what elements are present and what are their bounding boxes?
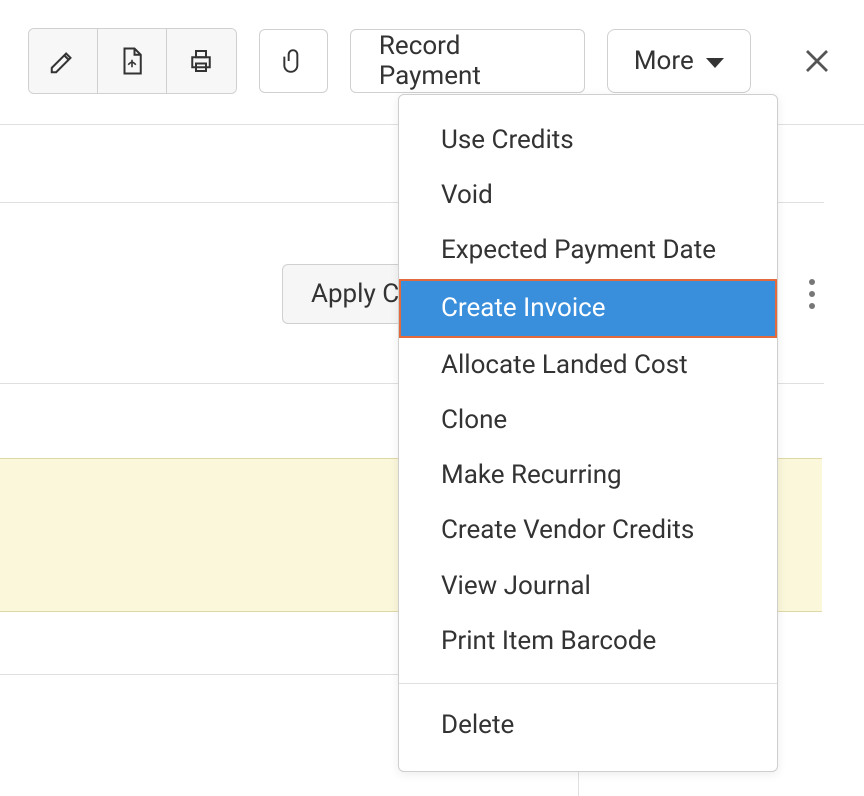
pdf-icon [117,46,147,76]
menu-item-void[interactable]: Void [399,168,777,223]
more-button[interactable]: More [607,29,751,93]
dot-icon [809,291,815,297]
record-payment-button[interactable]: Record Payment [350,29,585,93]
pdf-button[interactable] [98,29,167,93]
menu-item-delete[interactable]: Delete [399,698,777,753]
menu-item-create-vendor-credits[interactable]: Create Vendor Credits [399,503,777,558]
menu-separator [399,683,777,684]
print-button[interactable] [167,29,236,93]
menu-item-expected-payment-date[interactable]: Expected Payment Date [399,223,777,278]
menu-item-print-item-barcode[interactable]: Print Item Barcode [399,614,777,669]
record-payment-label: Record Payment [379,31,556,91]
kebab-menu-button[interactable] [794,270,830,318]
more-label: More [634,46,694,76]
attachment-button[interactable] [259,29,328,93]
printer-icon [186,46,216,76]
menu-item-clone[interactable]: Clone [399,393,777,448]
pencil-icon [48,46,78,76]
menu-item-view-journal[interactable]: View Journal [399,559,777,614]
paperclip-icon [280,46,306,76]
chevron-down-icon [706,58,724,68]
toolbar: Record Payment More [0,0,864,94]
edit-button[interactable] [29,29,98,93]
close-button[interactable] [799,41,836,81]
close-icon [802,46,832,76]
dot-icon [809,303,815,309]
more-dropdown: Use Credits Void Expected Payment Date C… [398,94,778,772]
dot-icon [809,279,815,285]
menu-item-make-recurring[interactable]: Make Recurring [399,448,777,503]
menu-item-create-invoice[interactable]: Create Invoice [399,279,777,338]
menu-item-use-credits[interactable]: Use Credits [399,113,777,168]
menu-item-allocate-landed-cost[interactable]: Allocate Landed Cost [399,338,777,393]
action-button-group [28,28,237,94]
